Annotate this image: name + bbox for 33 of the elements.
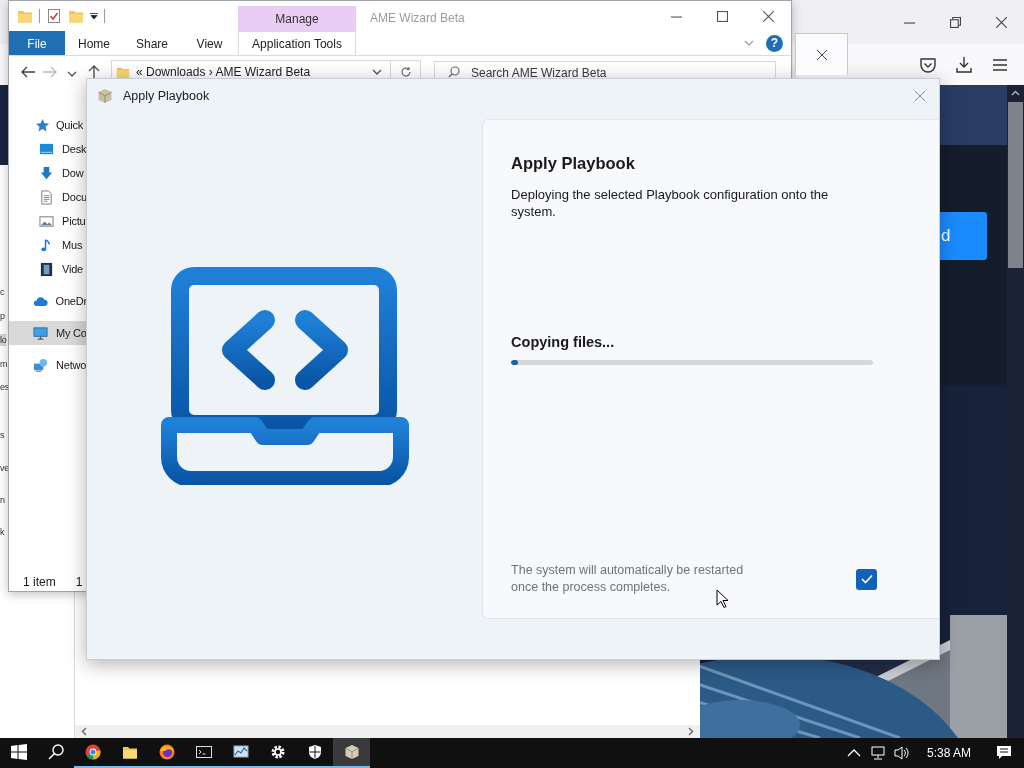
nav-item[interactable]: Desk [9, 137, 87, 161]
help-button[interactable]: ? [766, 34, 783, 52]
page-text: m [0, 358, 8, 370]
nav-item[interactable]: Docu [9, 185, 87, 209]
restart-note: The system will automatically be restarted once the process completes. [511, 562, 745, 596]
nav-item[interactable]: Netwo [9, 353, 87, 377]
page-text: n [0, 494, 5, 506]
nav-item[interactable]: Vide [9, 257, 87, 281]
status-text: 1 item [23, 574, 56, 591]
page-text: s [0, 429, 5, 441]
panel-heading: Apply Playbook [511, 154, 636, 174]
context-tab-header[interactable]: Manage [238, 6, 356, 31]
page-text: lo [0, 334, 7, 346]
page-text: p [0, 310, 5, 322]
nav-item[interactable]: Pictu [9, 209, 87, 233]
nav-item[interactable]: OneDr [9, 289, 87, 313]
window-title: AME Wizard Beta [370, 10, 465, 27]
nav-item[interactable]: My Co [9, 321, 87, 345]
page-text: k [0, 526, 5, 538]
ribbon-tab[interactable]: View [181, 31, 238, 55]
nav-item[interactable]: Dow [9, 161, 87, 185]
clock-text[interactable]: 5:38 AM [914, 744, 984, 762]
file-menu-button[interactable]: File [9, 31, 65, 55]
ribbon-tab[interactable]: Share [123, 31, 181, 55]
page-text: c [0, 286, 5, 298]
nav-item[interactable]: Mus [9, 233, 87, 257]
ribbon-tab[interactable]: Application Tools [238, 31, 356, 55]
description-text: Deploying the selected Playbook configuration onto the system. [511, 185, 830, 220]
window-title: Apply Playbook [123, 87, 211, 105]
status-text: 1 [75, 574, 83, 591]
nav-item[interactable]: Quick [9, 113, 87, 137]
progress-status: Copying files... [511, 332, 616, 352]
ribbon-tab[interactable]: Home [65, 31, 123, 55]
